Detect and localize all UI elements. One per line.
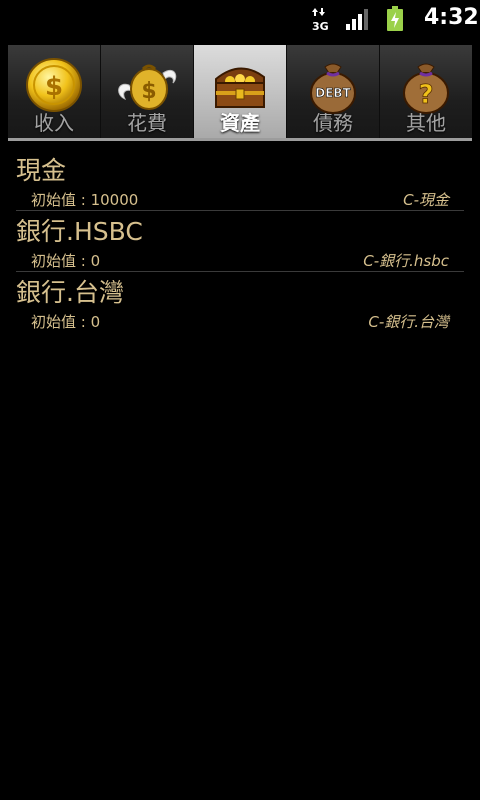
question-bag-icon: ? [403,63,449,114]
tab-assets-label: 資產 [220,111,260,135]
tab-assets[interactable]: 資產 [194,45,287,139]
status-bar-clock: 4:32 [424,5,479,30]
account-name: 銀行.HSBC [16,217,143,246]
account-row[interactable]: 銀行.台灣 初始值 : 0 C-銀行.台灣 [16,272,464,332]
tab-expense-label: 花費 [127,111,167,135]
tab-indicator-line [8,138,472,141]
account-list: 現金 初始值 : 10000 C-現金 銀行.HSBC 初始值 : 0 C-銀行… [16,150,464,332]
signal-strength-icon [346,9,368,30]
account-initial-value: 初始值 : 0 [31,313,101,331]
category-tab-bar: $ 收入 $ 花費 資產 DEBT 債務 ? 其他 [8,45,472,139]
3g-data-icon: 3G [312,8,329,31]
gold-coin-icon: $ [26,58,82,112]
svg-text:?: ? [418,80,433,110]
account-initial-value: 初始值 : 10000 [31,191,139,209]
account-row[interactable]: 銀行.HSBC 初始值 : 0 C-銀行.hsbc [16,211,464,272]
battery-charging-icon [387,6,403,31]
account-code: C-現金 [403,191,449,209]
tab-other-label: 其他 [406,111,446,135]
svg-text:$: $ [45,72,63,102]
winged-money-bag-icon: $ [118,64,177,110]
treasure-chest-icon [215,67,265,108]
status-bar: 3G 4:32 [0,0,480,38]
svg-text:3G: 3G [312,20,329,31]
tab-debt[interactable]: DEBT 債務 [287,45,380,139]
tab-debt-label: 債務 [313,111,353,135]
tab-income-label: 收入 [34,111,74,135]
tab-other[interactable]: ? 其他 [380,45,472,139]
account-initial-value: 初始值 : 0 [31,252,101,270]
account-name: 現金 [16,156,67,185]
account-name: 銀行.台灣 [16,278,124,307]
tab-income[interactable]: $ 收入 [8,45,101,139]
account-row[interactable]: 現金 初始值 : 10000 C-現金 [16,150,464,211]
account-code: C-銀行.hsbc [363,252,449,270]
account-code: C-銀行.台灣 [368,313,449,331]
debt-bag-icon: DEBT [310,63,356,114]
svg-text:DEBT: DEBT [315,86,351,100]
tab-expense[interactable]: $ 花費 [101,45,194,139]
svg-text:$: $ [141,79,156,104]
